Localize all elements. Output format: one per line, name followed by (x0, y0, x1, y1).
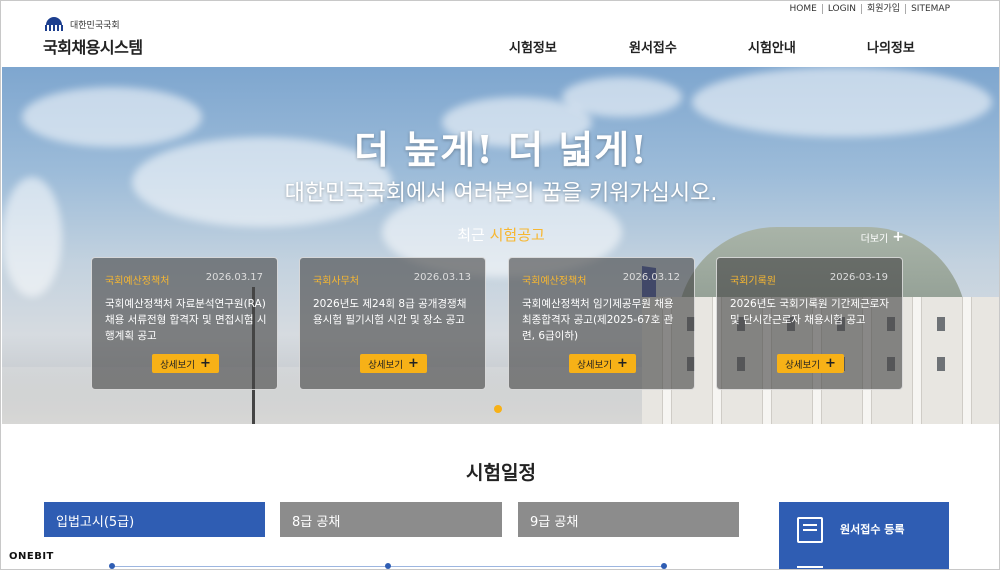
page-frame: HOME LOGIN 회원가입 SITEMAP 대한민국국회 국회채용시스템 시… (0, 0, 1000, 570)
notice-org: 국회사무처 (313, 276, 359, 287)
detail-button-label: 상세보기 (160, 359, 196, 371)
recent-prefix: 최근 (457, 226, 485, 244)
notice-date: 2026.03.17 (205, 272, 263, 283)
login-link[interactable]: LOGIN (821, 4, 861, 14)
hero-title: 더 높게! 더 넓게! (354, 127, 648, 172)
application-register-button[interactable]: 원서접수 등록 (779, 502, 949, 569)
schedule-title: 시험일정 (466, 462, 536, 484)
detail-button-label: 상세보기 (577, 359, 613, 371)
notice-org: 국회기록원 (730, 276, 776, 287)
recent-highlight: 시험공고 (489, 226, 545, 244)
logo-small-text: 대한민국국회 (70, 20, 120, 31)
hero-banner: 더 높게! 더 넓게! 대한민국국회에서 여러분의 꿈을 키워가십시오. 최근 … (2, 67, 999, 424)
notice-card[interactable]: 국회사무처 2026.03.13 2026년도 제24회 8급 공개경쟁채용시험… (299, 257, 486, 390)
notice-title[interactable]: 국회예산정책처 임기제공무원 채용 최종합격자 공고(제2025-67호 관련,… (522, 296, 685, 344)
hero-subtitle: 대한민국국회에서 여러분의 꿈을 키워가십시오. (284, 181, 718, 206)
plus-icon: + (200, 356, 211, 371)
notice-card[interactable]: 국회예산정책처 2026.03.12 국회예산정책처 임기제공무원 채용 최종합… (508, 257, 695, 390)
recent-notices-heading: 최근 시험공고 (2, 224, 999, 245)
detail-button[interactable]: 상세보기 + (360, 354, 427, 373)
main-nav: 시험정보 원서접수 시험안내 나의정보 (1, 37, 999, 56)
document-icon (797, 517, 823, 543)
tab-grade8-exam[interactable]: 8급 공채 (280, 502, 502, 537)
tab-legislative-exam[interactable]: 입법고시(5급) (44, 502, 265, 537)
detail-button[interactable]: 상세보기 + (777, 354, 844, 373)
timeline-dot (385, 563, 391, 569)
notice-title[interactable]: 2026년도 국회기록원 기간제근로자 및 단시간근로자 채용시험 공고 (730, 296, 893, 328)
timeline-dot (109, 563, 115, 569)
assembly-building-icon (43, 17, 65, 31)
application-register-label: 원서접수 등록 (840, 523, 905, 536)
notice-card[interactable]: 국회기록원 2026-03-19 2026년도 국회기록원 기간제근로자 및 단… (716, 257, 903, 390)
notice-title[interactable]: 국회예산정책처 자료분석연구원(RA) 채용 서류전형 합격자 및 면접시험 시… (105, 296, 268, 344)
nav-item-exam-guide[interactable]: 시험안내 (748, 37, 796, 56)
plus-icon: + (825, 356, 836, 371)
notice-org: 국회예산정책처 (105, 276, 170, 287)
nav-item-exam-info[interactable]: 시험정보 (509, 37, 557, 56)
nav-item-my-info[interactable]: 나의정보 (867, 37, 915, 56)
plus-icon: + (617, 356, 628, 371)
cloud (562, 77, 682, 117)
watermark: ONEBIT (9, 551, 54, 562)
notice-date: 2026.03.12 (622, 272, 680, 283)
plus-icon: + (408, 356, 419, 371)
notice-org: 국회예산정책처 (522, 276, 587, 287)
notice-date: 2026-03-19 (829, 272, 888, 283)
signup-link[interactable]: 회원가입 (860, 4, 905, 14)
more-label: 더보기 (860, 233, 889, 245)
tab-grade9-exam[interactable]: 9급 공채 (518, 502, 739, 537)
carousel-indicator[interactable] (494, 405, 502, 413)
home-link[interactable]: HOME (785, 4, 822, 14)
notice-date: 2026.03.13 (413, 272, 471, 283)
detail-button-label: 상세보기 (785, 359, 821, 371)
detail-button[interactable]: 상세보기 + (569, 354, 636, 373)
notice-card[interactable]: 국회예산정책처 2026.03.17 국회예산정책처 자료분석연구원(RA) 채… (91, 257, 278, 390)
more-button[interactable]: 더보기 + (861, 229, 904, 245)
document-icon (797, 566, 823, 569)
plus-icon: + (892, 229, 904, 245)
detail-button-label: 상세보기 (368, 359, 404, 371)
detail-button[interactable]: 상세보기 + (152, 354, 219, 373)
notice-title[interactable]: 2026년도 제24회 8급 공개경쟁채용시험 필기시험 시간 및 장소 공고 (313, 296, 476, 328)
timeline-dot (661, 563, 667, 569)
nav-item-application[interactable]: 원서접수 (629, 37, 677, 56)
utility-links: HOME LOGIN 회원가입 SITEMAP (785, 4, 955, 14)
sitemap-link[interactable]: SITEMAP (905, 4, 955, 14)
